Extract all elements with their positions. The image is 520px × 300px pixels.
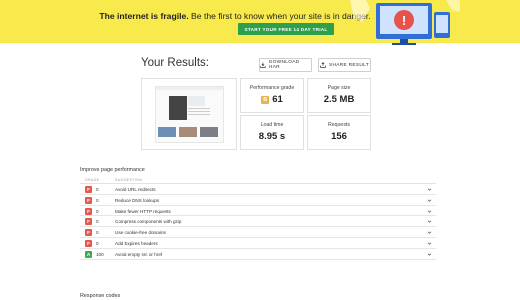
table-row[interactable]: F 0 Make fewer HTTP requests (80, 206, 436, 217)
download-icon (260, 62, 266, 68)
banner-headline-rest: Be the first to know when your site is i… (188, 11, 371, 21)
grade-badge: F (85, 239, 92, 247)
grade-score: 0 (96, 219, 99, 225)
improve-section-title: Improve page performance (80, 167, 145, 173)
promo-banner: The internet is fragile. Be the first to… (0, 0, 520, 45)
suggestion-text: Add Expires headers (115, 240, 158, 246)
page-screenshot-card (141, 78, 237, 150)
table-row[interactable]: F 0 Reduce DNS lookups (80, 195, 436, 206)
chevron-down-icon[interactable] (427, 230, 432, 235)
performance-grade-label: Performance grade (249, 85, 295, 91)
share-result-button[interactable]: SHARE RESULT (318, 58, 371, 72)
suggestions-table: GRADE SUGGESTION F 0 Avoid URL redirects F 0… (80, 177, 436, 260)
load-time-label: Load time (260, 122, 284, 128)
chevron-down-icon[interactable] (427, 241, 432, 246)
suggestion-text: Reduce DNS lookups (115, 197, 159, 203)
requests-value: 156 (331, 131, 347, 142)
suggestion-text: Use cookie-free domains (115, 230, 166, 236)
grade-score: 0 (96, 230, 99, 236)
requests-card: Requests 156 (307, 115, 371, 150)
alert-exclamation-icon: ! (402, 13, 406, 28)
performance-grade-value: B 61 (241, 94, 303, 105)
table-header: GRADE SUGGESTION (80, 177, 436, 184)
thumb-card (188, 96, 205, 106)
grade-badge: F (85, 229, 92, 237)
grade-score: 61 (272, 94, 283, 105)
thumb-navbar (156, 87, 223, 90)
download-har-button[interactable]: DOWNLOAD HAR (259, 58, 312, 72)
requests-label: Requests (328, 122, 350, 128)
share-result-label: SHARE RESULT (328, 62, 370, 68)
grade-score: 0 (96, 208, 99, 214)
suggestion-text: Compress components with gzip (115, 219, 182, 225)
thumb-image (200, 127, 218, 137)
page-screenshot-thumbnail (155, 86, 224, 143)
chevron-down-icon[interactable] (427, 252, 432, 257)
banner-headline-bold: The internet is fragile. (99, 11, 189, 21)
download-har-label: DOWNLOAD HAR (268, 60, 300, 70)
grade-badge: F (85, 196, 92, 204)
chevron-down-icon[interactable] (427, 187, 432, 192)
thumb-text-lines (188, 108, 210, 109)
table-row[interactable]: F 0 Compress components with gzip (80, 216, 436, 228)
response-codes-title: Response codes (80, 293, 121, 299)
thumb-image (158, 127, 176, 137)
grade-score: 0 (96, 197, 99, 203)
monitor-alert-illustration: ! (350, 0, 460, 45)
suggestion-text: Make fewer HTTP requests (115, 208, 171, 214)
grade-score: 100 (96, 251, 104, 257)
page-size-label: Page size (327, 85, 351, 91)
share-icon (320, 62, 326, 68)
table-row[interactable]: F 0 Use cookie-free domains (80, 227, 436, 238)
grade-score: 0 (96, 187, 99, 192)
load-time-card: Load time 8.95 s (240, 115, 304, 150)
suggestion-column-header: SUGGESTION (115, 178, 142, 182)
load-time-value: 8.95 s (258, 131, 286, 142)
thumb-image (179, 127, 197, 137)
grade-score: 0 (96, 240, 99, 246)
results-title: Your Results: (141, 57, 209, 69)
table-row[interactable]: F 0 Avoid URL redirects (80, 184, 436, 195)
grade-badge: B (261, 95, 270, 104)
page-size-value: 2.5 MB (323, 94, 355, 105)
start-trial-button[interactable]: START YOUR FREE 14 DAY TRIAL (238, 23, 334, 35)
chevron-down-icon[interactable] (427, 209, 432, 214)
suggestion-text: Avoid URL redirects (115, 187, 156, 192)
page-size-card: Page size 2.5 MB (307, 78, 371, 113)
grade-column-header: GRADE (85, 178, 100, 182)
suggestion-text: Avoid empty src or href (115, 251, 163, 257)
performance-grade-card: Performance grade B 61 (240, 78, 304, 113)
grade-badge: F (85, 207, 92, 215)
thumb-dark-panel (169, 96, 187, 120)
grade-badge: A (85, 250, 92, 258)
chevron-down-icon[interactable] (427, 219, 432, 224)
chevron-down-icon[interactable] (427, 198, 432, 203)
grade-badge: F (85, 218, 92, 226)
grade-badge: F (85, 186, 92, 193)
table-row[interactable]: F 0 Add Expires headers (80, 238, 436, 249)
table-row[interactable]: A 100 Avoid empty src or href (80, 249, 436, 260)
